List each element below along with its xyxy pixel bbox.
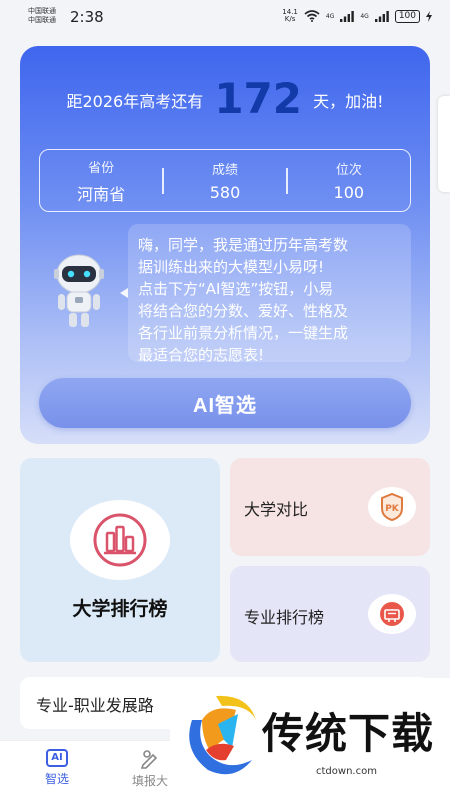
countdown-days: 172 xyxy=(214,74,302,123)
status-icons: 14.1 K/s 4G 4G 100 xyxy=(282,9,432,23)
hero-card: 距2026年高考还有 172 天，加油! 省份 河南省 成绩 580 位次 10… xyxy=(20,46,430,444)
signal-1-label: 4G xyxy=(325,12,335,20)
carrier-names: 中国联通 中国联通 xyxy=(28,7,56,25)
stat-value: 100 xyxy=(333,183,365,202)
signal-1-icon xyxy=(340,10,355,22)
pk-badge-icon: PK xyxy=(368,487,416,527)
podium-icon xyxy=(368,594,416,634)
career-card-label: 专业-职业发展路 xyxy=(36,696,154,715)
signal-2-icon xyxy=(374,10,389,22)
university-ranking-card[interactable]: 大学排行榜 xyxy=(20,458,220,662)
bar-chart-icon xyxy=(93,513,147,567)
bubble-line: 嗨，同学，我是通过历年高考数 xyxy=(138,236,349,254)
stat-province: 省份 河南省 xyxy=(40,157,162,205)
ai-select-button[interactable]: AI智选 xyxy=(39,378,411,428)
tab-label: 智选 xyxy=(44,772,69,786)
score-summary[interactable]: 省份 河南省 成绩 580 位次 100 xyxy=(39,149,411,212)
major-ranking-card[interactable]: 专业排行榜 xyxy=(230,566,430,662)
bubble-tail xyxy=(120,288,128,298)
compare-card-label: 大学对比 xyxy=(244,500,309,519)
major-card-label: 专业排行榜 xyxy=(244,608,325,627)
bubble-line: 各行业前景分析情况，一键生成 xyxy=(138,324,349,342)
stat-label: 省份 xyxy=(88,160,115,176)
watermark-overlay: 传统下载 ctdown.com xyxy=(170,678,450,800)
battery-icon: 100 xyxy=(394,9,420,23)
countdown-suffix: 天，加油! xyxy=(313,92,384,111)
stat-label: 位次 xyxy=(335,163,362,178)
podium-graphic-icon xyxy=(380,602,404,626)
bubble-line: 点击下方“AI智选”按钮，小易 xyxy=(138,280,334,298)
tab-label: 填报大 xyxy=(131,774,168,788)
stat-label: 成绩 xyxy=(211,163,238,178)
university-compare-card[interactable]: 大学对比 PK xyxy=(230,458,430,556)
carrier-1: 中国联通 xyxy=(28,7,56,15)
wifi-icon xyxy=(304,10,320,22)
pk-shield-icon: PK xyxy=(381,492,403,522)
net-speed-unit: K/s xyxy=(284,15,296,23)
stat-score: 成绩 580 xyxy=(164,159,286,202)
charging-icon xyxy=(426,10,432,22)
signal-2-label: 4G xyxy=(360,12,369,20)
stat-value: 河南省 xyxy=(77,184,126,204)
exam-countdown: 距2026年高考还有 172 天，加油! xyxy=(20,74,430,123)
carrier-2: 中国联通 xyxy=(28,16,56,24)
assistant-speech-bubble: 嗨，同学，我是通过历年高考数 据训练出来的大模型小易呀! 点击下方“AI智选”按… xyxy=(128,224,411,364)
side-drawer-handle[interactable] xyxy=(438,96,450,192)
countdown-prefix: 距2026年高考还有 xyxy=(66,92,204,111)
watermark-title: 传统下载 xyxy=(262,709,435,758)
watermark-logo-icon xyxy=(189,695,256,775)
watermark-url: ctdown.com xyxy=(316,766,377,777)
stat-rank: 位次 100 xyxy=(288,159,410,202)
ranking-icon-circle xyxy=(70,500,170,580)
pk-text: PK xyxy=(385,504,400,514)
pen-icon xyxy=(140,750,158,769)
bubble-line: 最适合您的志愿表! xyxy=(138,346,265,364)
tab-ai-select[interactable]: AI 智选 xyxy=(22,749,92,787)
stat-value: 580 xyxy=(209,183,241,202)
ai-chip-text: AI xyxy=(46,749,68,767)
robot-mascot-icon xyxy=(54,254,104,327)
ranking-card-label: 大学排行榜 xyxy=(72,598,168,620)
status-bar: 中国联通 中国联通 2:38 14.1 K/s 4G 4G 100 xyxy=(0,0,450,34)
bubble-line: 将结合您的分数、爱好、性格及 xyxy=(138,302,349,320)
ai-chip-icon: AI xyxy=(22,749,92,767)
status-time: 2:38 xyxy=(70,8,104,26)
network-speed: 14.1 K/s xyxy=(282,9,298,23)
bubble-line: 据训练出来的大模型小易呀! xyxy=(138,258,325,276)
